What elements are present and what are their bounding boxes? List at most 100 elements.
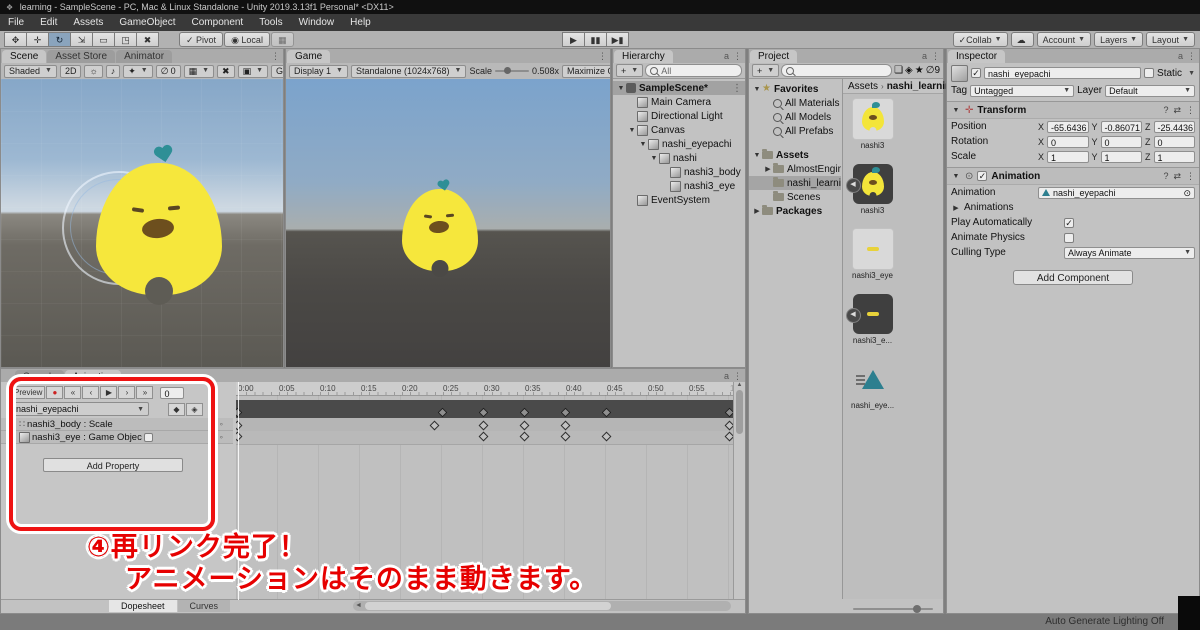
fold-icon[interactable]: ▼ <box>649 155 659 162</box>
menu-edit[interactable]: Edit <box>32 17 65 28</box>
name-field[interactable]: nashi_eyepachi <box>984 67 1142 79</box>
pivot-button[interactable]: ✓ Pivot <box>179 32 224 47</box>
asset-nashi-eye[interactable]: nashi_eye... <box>851 359 894 410</box>
menu-icon[interactable]: ⋮ <box>931 51 940 62</box>
menu-icon[interactable]: ⋮ <box>1187 51 1196 62</box>
layer-dropdown[interactable]: Default ▼ <box>1105 84 1195 97</box>
menu-icon[interactable]: ⋮ <box>1186 171 1195 182</box>
value-field-x[interactable]: -65.6436 <box>1047 120 1089 133</box>
gameobject-icon[interactable] <box>951 64 968 82</box>
menu-icon[interactable]: ⋮ <box>1186 105 1195 116</box>
lock-icon[interactable]: a <box>724 371 729 381</box>
project-folder-scenes[interactable]: Scenes <box>749 190 841 204</box>
add-property-button[interactable]: Add Property <box>43 458 183 472</box>
project-folder-almostengine[interactable]: ▶ AlmostEngine <box>749 162 841 176</box>
shading-mode-dropdown[interactable]: Shaded ▼ <box>4 64 57 78</box>
value-field-x[interactable]: 1 <box>1047 150 1089 163</box>
keyframe-diamond[interactable] <box>560 407 571 418</box>
search-by-label-icon[interactable]: ◈ <box>905 65 913 76</box>
keyframe-diamond[interactable] <box>560 420 571 431</box>
asset-nashi3-eye[interactable]: nashi3_eye <box>851 229 894 280</box>
value-field-y[interactable]: -0.86071 <box>1100 120 1142 133</box>
menu-assets[interactable]: Assets <box>65 17 111 28</box>
keyframe-diamond[interactable] <box>236 431 243 442</box>
tab-inspector[interactable]: Inspector <box>948 50 1006 63</box>
tab-scene[interactable]: Scene <box>2 50 47 63</box>
value-field-z[interactable]: -25.4436 <box>1153 120 1195 133</box>
presets-icon[interactable]: ⇄ <box>1173 105 1181 116</box>
static-checkbox[interactable] <box>1144 68 1155 78</box>
2d-toggle[interactable]: 2D <box>59 64 82 78</box>
first-key-button[interactable]: « <box>64 386 82 399</box>
project-search-input[interactable] <box>781 64 893 77</box>
keyframe-diamond[interactable] <box>601 431 612 442</box>
lighting-toggle-icon[interactable]: ☼ <box>84 64 103 78</box>
keyframe-diamond[interactable] <box>478 431 489 442</box>
fold-icon[interactable]: ▶ <box>763 165 773 173</box>
lock-icon[interactable]: a <box>922 51 927 61</box>
tag-dropdown[interactable]: Untagged ▼ <box>970 84 1075 97</box>
value-field-x[interactable]: 0 <box>1047 135 1089 148</box>
cloud-button[interactable]: ☁ <box>1010 32 1034 47</box>
menu-component[interactable]: Component <box>184 17 252 28</box>
animate-physics-checkbox[interactable] <box>1064 232 1074 243</box>
frame-field[interactable]: 0 <box>160 386 185 399</box>
animation-section-header[interactable]: ▼ ⊙ ✓ Animation ? ⇄ ⋮ <box>947 167 1199 185</box>
fold-icon[interactable]: ▼ <box>638 141 648 148</box>
project-folder-nashi-learning[interactable]: nashi_learning <box>749 176 841 190</box>
help-icon[interactable]: ? <box>1163 171 1168 182</box>
hierarchy-search-input[interactable]: All <box>645 64 742 77</box>
property-row-nashi3-body-scale[interactable]: ▶ ∷ nashi3_body : Scale ◦ <box>1 418 233 431</box>
add-component-button[interactable]: Add Component <box>1013 270 1133 285</box>
timeline-ruler[interactable]: 0:00 0:05 0:10 0:15 0:20 0:25 0:30 0:35 0:40 0:45… <box>236 382 734 396</box>
expand-arrow-icon[interactable]: ◀ <box>845 308 861 323</box>
menu-gameobject[interactable]: GameObject <box>111 17 183 28</box>
tab-animation[interactable]: Animation <box>65 370 122 382</box>
asset-nashi3[interactable]: ◀ nashi3 <box>845 164 894 215</box>
camera-settings-icon[interactable]: ▣ ▼ <box>237 64 269 78</box>
hierarchy-item-nashi3-eye[interactable]: nashi3_eye <box>613 179 745 193</box>
hidden-packages-toggle[interactable]: ∅9 <box>926 65 940 76</box>
pause-button[interactable]: ▮▮ <box>584 32 607 47</box>
timeline-vertical-scrollbar[interactable]: ▲ <box>733 382 745 600</box>
foldout-icon[interactable]: ▶ <box>951 204 961 212</box>
value-field-y[interactable]: 0 <box>1100 135 1142 148</box>
slider-knob[interactable] <box>913 605 921 613</box>
component-enabled-checkbox[interactable]: ✓ <box>977 171 988 181</box>
hierarchy-item-eventsystem[interactable]: EventSystem <box>613 193 745 207</box>
keyframe-diamond[interactable] <box>236 407 243 418</box>
custom-tool-icon[interactable]: ✖ <box>136 32 159 47</box>
hierarchy-item-nashi[interactable]: ▼ nashi <box>613 151 745 165</box>
gizmos-dropdown[interactable]: Gizmos <box>271 64 283 78</box>
hierarchy-item-nashi-eyepachi[interactable]: ▼ nashi_eyepachi <box>613 137 745 151</box>
maximize-on-play-toggle[interactable]: Maximize On Play <box>562 64 610 78</box>
value-field-y[interactable]: 1 <box>1100 150 1142 163</box>
keyframe-diamond[interactable] <box>519 420 530 431</box>
hierarchy-item-samplescene[interactable]: ▼ SampleScene* ⋮ <box>613 81 745 95</box>
menu-icon[interactable]: ⋮ <box>271 51 280 62</box>
object-picker-icon[interactable]: ⊙ <box>1183 188 1191 198</box>
help-icon[interactable]: ? <box>1163 105 1168 116</box>
favorites-star-icon[interactable]: ★ <box>915 65 924 76</box>
presets-icon[interactable]: ⇄ <box>1173 171 1181 182</box>
component-tools-icon[interactable]: ✖ <box>217 64 235 78</box>
effects-dropdown-icon[interactable]: ✦ ▼ <box>123 64 153 78</box>
asset-nashi3-e[interactable]: ◀ nashi3_e... <box>845 294 894 345</box>
scene-visibility-toggle[interactable]: ∅ 0 <box>155 64 181 78</box>
play-button[interactable]: ▶ <box>562 32 585 47</box>
menu-help[interactable]: Help <box>342 17 379 28</box>
create-button[interactable]: + ▼ <box>616 64 644 77</box>
game-viewport[interactable] <box>286 79 610 367</box>
scrollbar-thumb[interactable] <box>736 390 743 434</box>
project-folder-assets[interactable]: ▼ Assets <box>749 148 841 162</box>
tab-dopesheet[interactable]: Dopesheet <box>109 600 177 612</box>
hierarchy-item-nashi3-body[interactable]: nashi3_body <box>613 165 745 179</box>
scene-viewport[interactable] <box>1 79 283 367</box>
fold-icon[interactable]: ▼ <box>752 86 762 93</box>
lock-icon[interactable]: a <box>1178 51 1183 61</box>
menu-file[interactable]: File <box>0 17 32 28</box>
move-tool-icon[interactable]: ✛ <box>26 32 49 47</box>
tab-game[interactable]: Game <box>287 50 331 63</box>
hierarchy-item-main-camera[interactable]: Main Camera <box>613 95 745 109</box>
value-field-z[interactable]: 1 <box>1153 150 1195 163</box>
